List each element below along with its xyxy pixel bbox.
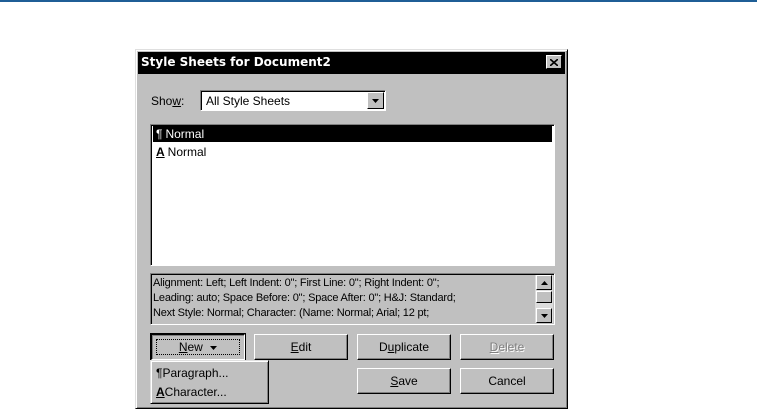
description-scrollbar[interactable] — [535, 275, 553, 323]
style-name: Normal — [165, 127, 205, 141]
chevron-down-icon — [372, 98, 379, 103]
description-line: Leading: auto; Space Before: 0"; Space A… — [153, 292, 456, 304]
scroll-up-button[interactable] — [536, 275, 552, 290]
list-item-paragraph-normal[interactable]: ¶ Normal — [153, 126, 552, 142]
scroll-down-button[interactable] — [536, 308, 552, 323]
show-dropdown-value: All Style Sheets — [206, 94, 291, 108]
character-icon: A — [156, 385, 165, 399]
menu-item-paragraph[interactable]: ¶Paragraph... — [156, 366, 229, 380]
new-popup-menu: ¶Paragraph... ACharacter... — [150, 360, 269, 404]
close-button[interactable] — [546, 55, 562, 69]
edit-button[interactable]: Edit — [254, 334, 348, 360]
new-button[interactable]: New — [150, 333, 246, 361]
dropdown-arrow-button[interactable] — [367, 92, 384, 109]
dialog-title: Style Sheets for Document2 — [141, 55, 331, 69]
description-line: Next Style: Normal; Character: (Name: No… — [153, 307, 430, 319]
save-button[interactable]: Save — [357, 368, 451, 394]
menu-item-character[interactable]: ACharacter... — [156, 385, 227, 399]
cancel-button[interactable]: Cancel — [460, 368, 554, 394]
description-line: Alignment: Left; Left Indent: 0"; First … — [153, 277, 440, 289]
show-dropdown[interactable]: All Style Sheets — [200, 90, 386, 111]
list-item-character-normal[interactable]: A Normal — [153, 144, 552, 160]
focus-indicator — [156, 339, 240, 355]
arrow-down-icon — [540, 313, 548, 318]
style-name: Normal — [167, 145, 207, 159]
style-description: Alignment: Left; Left Indent: 0"; First … — [150, 273, 555, 325]
title-bar[interactable]: Style Sheets for Document2 — [138, 52, 565, 74]
delete-button[interactable]: Delete — [460, 334, 554, 360]
paragraph-icon: ¶ — [156, 127, 163, 141]
duplicate-button[interactable]: Duplicate — [357, 334, 451, 360]
scroll-thumb[interactable] — [536, 291, 552, 303]
close-icon — [550, 58, 558, 66]
style-sheets-dialog: Style Sheets for Document2 Show: All Sty… — [135, 49, 568, 409]
character-icon: A — [156, 145, 165, 159]
style-sheet-list[interactable]: ¶ Normal A Normal — [150, 124, 555, 266]
arrow-up-icon — [540, 280, 548, 285]
show-label: Show: — [151, 94, 185, 108]
top-rule — [0, 0, 757, 2]
